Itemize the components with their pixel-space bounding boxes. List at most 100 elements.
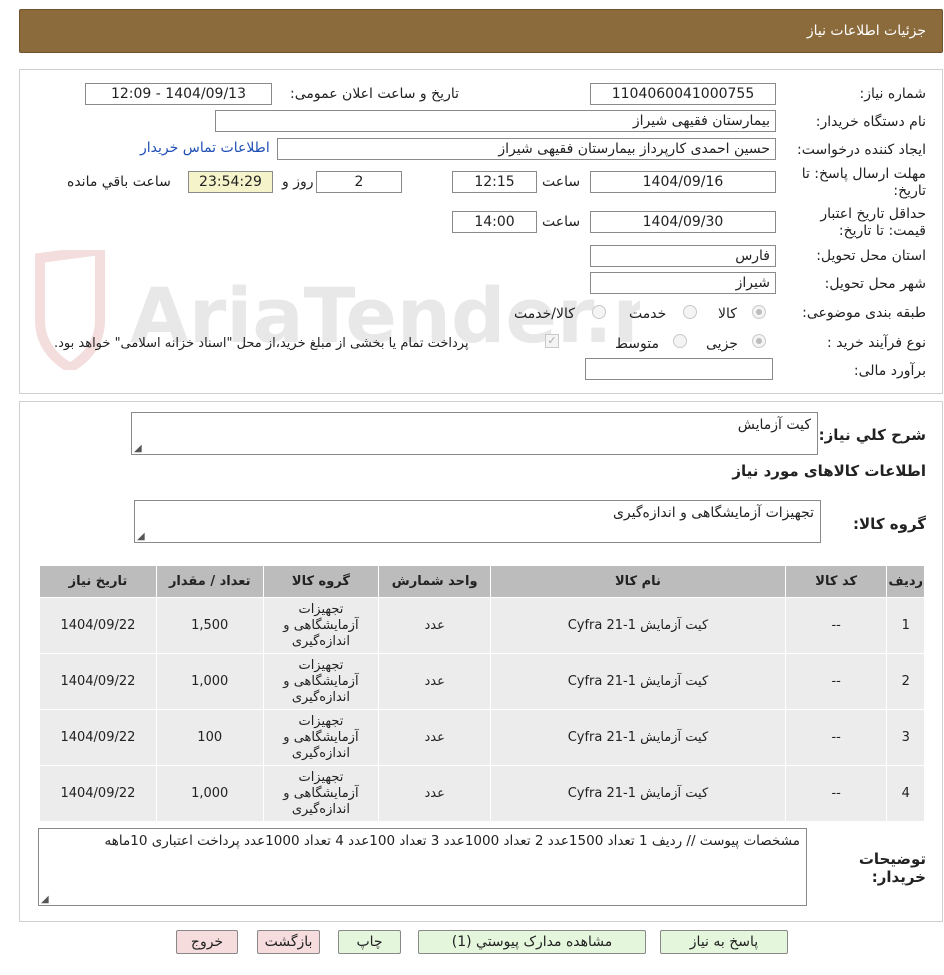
cell-row: 2 bbox=[886, 653, 925, 710]
col-date: تاریخ نیاز bbox=[39, 565, 157, 598]
cell-row: 3 bbox=[886, 709, 925, 766]
announce-field: 1404/09/13 - 12:09 bbox=[85, 83, 272, 105]
col-code: کد کالا bbox=[784, 565, 888, 598]
days-field: 2 bbox=[316, 171, 402, 193]
col-name: نام کالا bbox=[490, 565, 786, 598]
back-button[interactable]: بازگشت bbox=[257, 930, 320, 954]
validity-label: حداقل تاريخ اعتبار bbox=[820, 206, 926, 222]
table-row: 3 -- کیت آزمایش Cyfra 21-1 عدد تجهیزات آ… bbox=[39, 709, 925, 766]
goods-table: ردیف کد کالا نام کالا واحد شمارش گروه کا… bbox=[39, 565, 925, 822]
summary-value: کیت آزمایش bbox=[737, 417, 811, 433]
requester-field: حسین احمدی کارپرداز بیمارستان فقیهی شیرا… bbox=[277, 138, 776, 160]
view-attachments-button[interactable]: مشاهده مدارک پیوستي (1) bbox=[418, 930, 646, 954]
notes-label: توضیحات bbox=[858, 850, 926, 868]
cell-date: 1404/09/22 bbox=[39, 597, 157, 654]
category-goods-service-label: کالا/خدمت bbox=[514, 306, 575, 322]
validity-label-2: قیمت: تا تاريخ: bbox=[838, 223, 926, 239]
category-label: طبقه بندی موضوعی: bbox=[802, 305, 926, 321]
exit-button[interactable]: خروج bbox=[176, 930, 238, 954]
cell-qty: 100 bbox=[155, 709, 264, 766]
treasury-checkbox[interactable]: ✓ bbox=[545, 334, 559, 348]
category-service-label: خدمت bbox=[629, 306, 667, 322]
col-row: ردیف bbox=[886, 565, 925, 598]
deadline-label: مهلت ارسال پاسخ: تا bbox=[801, 166, 926, 182]
summary-label: شرح کلي نیاز: bbox=[818, 426, 926, 444]
deadline-time-label: ساعت bbox=[542, 174, 581, 190]
process-medium-label: متوسط bbox=[615, 336, 659, 352]
col-qty: تعداد / مقدار bbox=[155, 565, 264, 598]
cell-code: -- bbox=[784, 765, 888, 822]
cell-unit: عدد bbox=[378, 597, 492, 654]
goods-info-title: اطلاعات کالاهای مورد نیاز bbox=[732, 462, 926, 480]
col-unit: واحد شمارش bbox=[378, 565, 492, 598]
payment-note: پرداخت تمام یا بخشی از مبلغ خرید،از محل … bbox=[54, 336, 469, 351]
notes-field: مشخصات پیوست // ردیف 1 تعداد 1500عدد 2 ت… bbox=[38, 828, 807, 906]
buyer-contact-link[interactable]: اطلاعات تماس خریدار bbox=[140, 140, 270, 156]
process-medium-radio[interactable] bbox=[673, 334, 687, 348]
deadline-time-field: 12:15 bbox=[452, 171, 537, 193]
cell-name: کیت آزمایش Cyfra 21-1 bbox=[490, 709, 786, 766]
deadline-date-field: 1404/09/16 bbox=[590, 171, 776, 193]
buyer-org-field: بیمارستان فقیهی شیراز bbox=[215, 110, 776, 132]
cell-qty: 1,500 bbox=[155, 597, 264, 654]
budget-label: برآورد مالی: bbox=[853, 363, 926, 379]
process-minor-label: جزیی bbox=[706, 336, 738, 352]
table-row: 1 -- کیت آزمایش Cyfra 21-1 عدد تجهیزات آ… bbox=[39, 597, 925, 654]
resize-grip-icon: ◢ bbox=[137, 531, 145, 542]
cell-group: تجهیزات آزمایشگاهی و اندازه‌گیری bbox=[262, 653, 380, 710]
page-title: جزئیات اطلاعات نیاز bbox=[806, 23, 926, 39]
cell-code: -- bbox=[784, 709, 888, 766]
requester-label: ایجاد کننده درخواست: bbox=[797, 142, 926, 158]
category-service-radio[interactable] bbox=[683, 305, 697, 319]
validity-date-field: 1404/09/30 bbox=[590, 211, 776, 233]
reply-button[interactable]: پاسخ به نیاز bbox=[660, 930, 788, 954]
remaining-timer: 23:54:29 bbox=[188, 171, 273, 193]
cell-code: -- bbox=[784, 597, 888, 654]
cell-name: کیت آزمایش Cyfra 21-1 bbox=[490, 597, 786, 654]
cell-unit: عدد bbox=[378, 709, 492, 766]
print-button[interactable]: چاپ bbox=[338, 930, 401, 954]
category-goods-radio[interactable] bbox=[752, 305, 766, 319]
city-label: شهر محل تحویل: bbox=[824, 276, 926, 292]
goods-group-label: گروه کالا: bbox=[853, 515, 926, 533]
notes-label-2: خریدار: bbox=[871, 868, 926, 886]
announce-label: تاریخ و ساعت اعلان عمومی: bbox=[290, 86, 459, 102]
page-header: جزئیات اطلاعات نیاز bbox=[19, 9, 943, 53]
cell-group: تجهیزات آزمایشگاهی و اندازه‌گیری bbox=[262, 765, 380, 822]
table-row: 4 -- کیت آزمایش Cyfra 21-1 عدد تجهیزات آ… bbox=[39, 765, 925, 822]
process-minor-radio[interactable] bbox=[752, 334, 766, 348]
validity-time-label: ساعت bbox=[542, 214, 581, 230]
cell-row: 1 bbox=[886, 597, 925, 654]
buyer-org-label: نام دستگاه خریدار: bbox=[815, 114, 926, 130]
goods-group-field: تجهیزات آزمایشگاهی و اندازه‌گیری ◢ bbox=[134, 500, 821, 543]
cell-unit: عدد bbox=[378, 765, 492, 822]
cell-name: کیت آزمایش Cyfra 21-1 bbox=[490, 653, 786, 710]
cell-row: 4 bbox=[886, 765, 925, 822]
resize-grip-icon: ◢ bbox=[41, 894, 49, 905]
category-goods-service-radio[interactable] bbox=[592, 305, 606, 319]
deadline-label-2: تاریخ: bbox=[893, 183, 926, 199]
need-number-field: 1104060041000755 bbox=[590, 83, 776, 105]
summary-field: کیت آزمایش ◢ bbox=[131, 412, 818, 455]
cell-unit: عدد bbox=[378, 653, 492, 710]
notes-value: مشخصات پیوست // ردیف 1 تعداد 1500عدد 2 ت… bbox=[104, 833, 800, 849]
budget-field[interactable] bbox=[585, 358, 773, 380]
process-label: نوع فرآیند خرید : bbox=[827, 335, 926, 351]
table-header-row: ردیف کد کالا نام کالا واحد شمارش گروه کا… bbox=[39, 565, 925, 598]
cell-date: 1404/09/22 bbox=[39, 765, 157, 822]
cell-group: تجهیزات آزمایشگاهی و اندازه‌گیری bbox=[262, 597, 380, 654]
remaining-label: ساعت باقي مانده bbox=[67, 174, 171, 190]
cell-qty: 1,000 bbox=[155, 653, 264, 710]
province-label: استان محل تحویل: bbox=[816, 248, 926, 264]
cell-date: 1404/09/22 bbox=[39, 709, 157, 766]
days-label: روز و bbox=[282, 174, 314, 190]
cell-group: تجهیزات آزمایشگاهی و اندازه‌گیری bbox=[262, 709, 380, 766]
resize-grip-icon: ◢ bbox=[134, 443, 142, 454]
cell-date: 1404/09/22 bbox=[39, 653, 157, 710]
goods-group-value: تجهیزات آزمایشگاهی و اندازه‌گیری bbox=[612, 505, 814, 521]
cell-name: کیت آزمایش Cyfra 21-1 bbox=[490, 765, 786, 822]
col-group: گروه کالا bbox=[262, 565, 380, 598]
validity-time-field: 14:00 bbox=[452, 211, 537, 233]
category-goods-label: کالا bbox=[718, 306, 737, 322]
province-field: فارس bbox=[590, 245, 776, 267]
